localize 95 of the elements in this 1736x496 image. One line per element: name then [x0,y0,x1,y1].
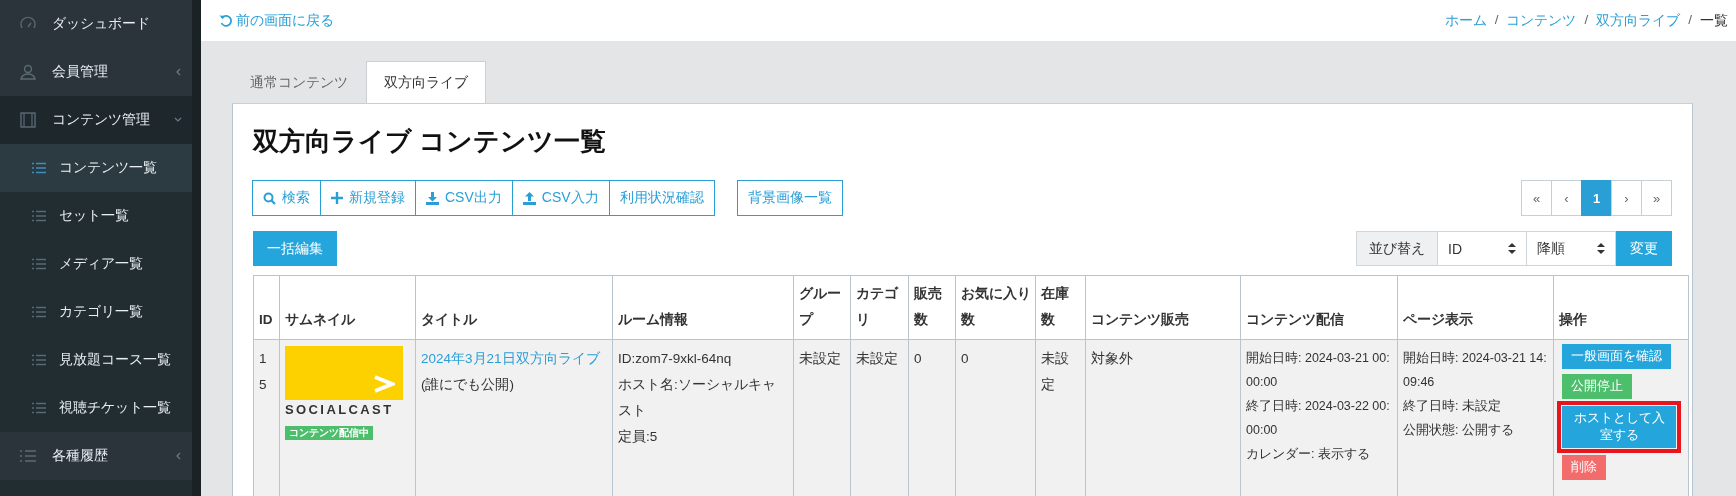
search-icon [263,191,276,205]
table-cell: 対象外 [1085,339,1241,496]
list-icon [31,354,47,366]
column-header: 操作 [1553,275,1689,340]
page-info-line: 開始日時: 2024-03-21 14:09:46 [1403,350,1548,391]
sidebar-label: メディア一覧 [59,255,144,273]
breadcrumb-current: 一覧 [1700,11,1728,30]
column-header: タイトル [415,275,613,340]
column-header: ID [253,275,280,340]
sidebar-label: カテゴリ一覧 [59,303,144,321]
room-info-line: ID:zom7-9xkl-64nq [618,350,733,368]
toolbar-button[interactable]: 新規登録 [320,180,416,216]
table-cell: 未設定 [1035,339,1086,496]
table-cell: 未設定 [850,339,909,496]
page-title: 双方向ライブ コンテンツ一覧 [253,125,608,158]
tab[interactable]: 双方向ライブ [366,61,486,103]
sort-apply-button[interactable]: 変更 [1616,231,1672,266]
updown-icon [1597,243,1605,254]
column-header: ルーム情報 [612,275,794,340]
list-icon [19,449,37,463]
back-link[interactable]: 前の画面に戻る [219,11,334,30]
logo-text: SOCIALCAST [285,401,395,419]
sidebar-label: コンテンツ一覧 [59,159,158,177]
plus-icon [331,192,343,204]
toolbar-button[interactable]: CSV出力 [415,180,513,216]
sort-label: 並び替え [1356,231,1438,266]
pagination-button[interactable]: » [1641,180,1672,216]
column-header: お気に入り数 [955,275,1036,340]
table-cell: 0 [908,339,956,496]
breadcrumb-link[interactable]: ホーム [1444,11,1487,30]
delivery-info-line: カレンダー: 表示する [1246,446,1371,463]
updown-icon [1508,243,1516,254]
list-icon [31,162,47,174]
pagination-button[interactable]: « [1521,180,1552,216]
action-button[interactable]: 一般画面を確認 [1562,344,1671,369]
page-info-line: 公開状態: 公開する [1403,422,1515,439]
breadcrumb-separator: / [1494,11,1499,29]
column-header: コンテンツ配信 [1240,275,1398,340]
visibility-text: (誰にでも公開) [421,376,515,394]
breadcrumb-separator: / [1688,11,1692,29]
delivery-info-line: 終了日時: 2024-03-22 00:00:00 [1246,398,1391,439]
list-icon [31,306,47,318]
room-info-line: 定員:5 [618,428,659,446]
action-button[interactable]: ホストとして入室する [1562,406,1676,448]
list-icon [31,210,47,222]
undo-icon [219,14,232,27]
toolbar-button[interactable]: 利用状況確認 [608,180,715,216]
sidebar-label: コンテンツ管理 [52,111,151,129]
column-header: コンテンツ販売 [1085,275,1241,340]
sidebar-label: セット一覧 [59,207,130,225]
column-header: 在庫数 [1035,275,1086,340]
user-icon [19,63,37,81]
column-header: ページ表示 [1397,275,1554,340]
sidebar-label: 会員管理 [52,63,109,81]
sort-order-select[interactable]: 降順 [1527,231,1616,266]
table-cell: 0 [955,339,1036,496]
download-icon [426,191,439,205]
sidebar-label: 視聴チケット一覧 [59,399,172,417]
sidebar-label: 各種履歴 [52,447,109,465]
sidebar-item[interactable]: 会員管理 [0,48,192,96]
pagination-button[interactable]: ‹ [1551,180,1582,216]
delivery-info-line: 開始日時: 2024-03-21 00:00:00 [1246,350,1391,391]
column-header: 販売数 [908,275,956,340]
column-header: グループ [793,275,851,340]
pagination-button[interactable]: › [1611,180,1642,216]
list-icon [31,402,47,414]
sidebar-subitem[interactable]: コンテンツ一覧 [0,144,192,192]
column-header: カテゴリ [850,275,909,340]
list-icon [31,258,47,270]
chevron-right-icon [373,374,395,394]
status-badge: コンテンツ配信中 [285,426,373,440]
sidebar-item[interactable]: コンテンツ管理 [0,96,192,144]
sidebar-item[interactable]: ダッシュボード [0,0,192,48]
breadcrumb-link[interactable]: コンテンツ [1506,11,1577,30]
page-info-line: 終了日時: 未設定 [1403,398,1502,415]
action-button[interactable]: 削除 [1562,455,1606,480]
table-cell: 未設定 [793,339,851,496]
sidebar-label: 見放題コース一覧 [59,351,172,369]
table-cell: 15 [253,339,280,496]
breadcrumb-link[interactable]: 双方向ライブ [1596,11,1681,30]
toolbar-button[interactable]: 検索 [252,180,321,216]
breadcrumb-separator: / [1584,11,1589,29]
toolbar-button[interactable]: 背景画像一覧 [736,180,843,216]
film-icon [19,111,37,129]
upload-icon [522,191,536,205]
title-link[interactable]: 2024年3月21日双方向ライブ [421,351,600,366]
tab[interactable]: 通常コンテンツ [232,61,366,103]
toolbar-button[interactable]: CSV入力 [511,180,610,216]
pagination-button[interactable]: 1 [1581,180,1612,216]
sidebar-item[interactable]: 各種履歴 [0,432,192,480]
room-info-line: ホスト名:ソーシャルキャスト [618,376,777,420]
column-header: サムネイル [279,275,416,340]
sidebar-label: ダッシュボード [52,15,151,33]
bulk-edit-button[interactable]: 一括編集 [253,231,337,266]
sort-field-select[interactable]: ID [1438,231,1527,266]
